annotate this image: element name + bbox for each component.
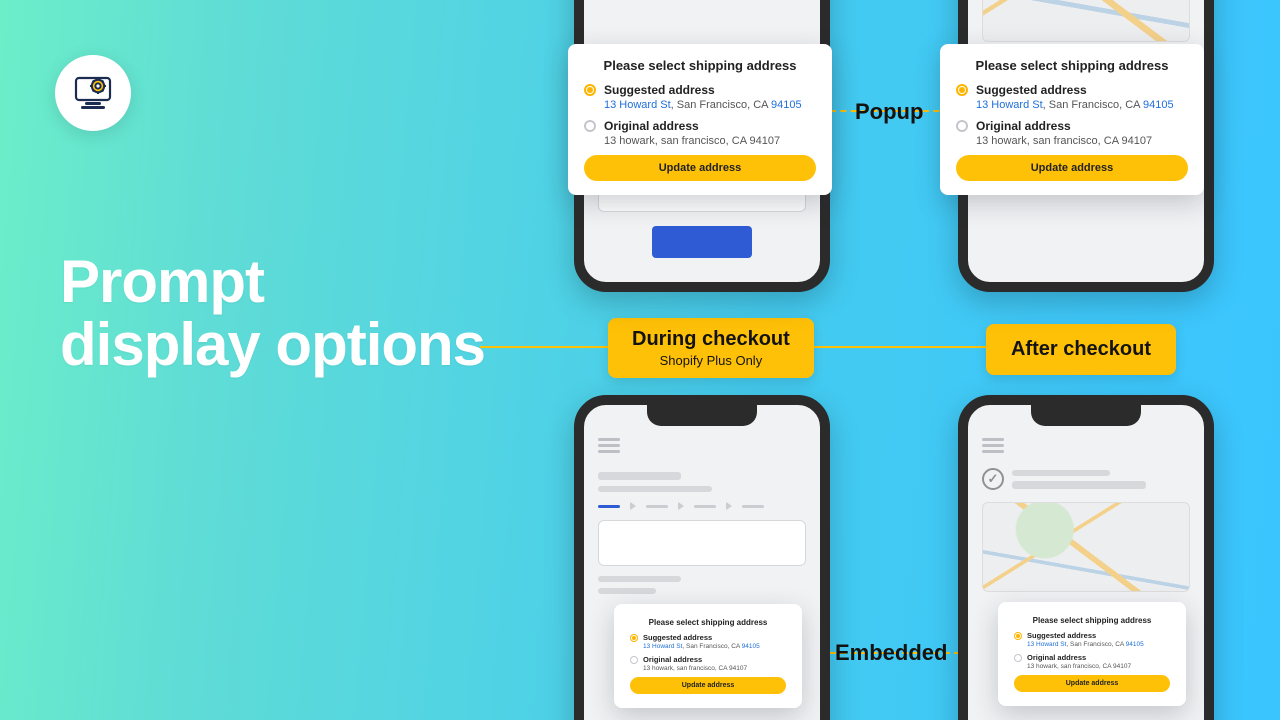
suggested-address: 13 Howard St, San Francisco, CA 94105	[643, 643, 760, 650]
radio-original[interactable]	[1014, 654, 1022, 662]
connector	[480, 346, 625, 348]
diagram-stage: Prompt display options During checkout S…	[0, 0, 1280, 720]
pill-title: During checkout	[632, 328, 790, 351]
card-title: Please select shipping address	[956, 58, 1188, 73]
card-title: Please select shipping address	[584, 58, 816, 73]
hamburger-icon	[598, 438, 620, 453]
hero-title: Prompt display options	[60, 250, 485, 376]
original-address: 13 howark, san francisco, CA 94107	[1027, 663, 1131, 670]
original-label: Original address	[643, 655, 747, 664]
card-title: Please select shipping address	[1014, 616, 1170, 625]
radio-suggested[interactable]	[584, 84, 596, 96]
suggested-address: 13 Howard St, San Francisco, CA 94105	[1027, 641, 1144, 648]
radio-original[interactable]	[956, 120, 968, 132]
radio-suggested[interactable]	[956, 84, 968, 96]
address-card-popup-after: Please select shipping address Suggested…	[940, 44, 1204, 195]
radio-suggested[interactable]	[1014, 632, 1022, 640]
hero-line-2: display options	[60, 313, 485, 376]
original-label: Original address	[976, 119, 1152, 133]
suggested-label: Suggested address	[1027, 631, 1144, 640]
pill-subtitle: Shopify Plus Only	[632, 353, 790, 368]
label-popup: Popup	[855, 99, 923, 125]
address-card-popup-during: Please select shipping address Suggested…	[568, 44, 832, 195]
suggested-label: Suggested address	[976, 83, 1174, 97]
address-card-embedded-during: Please select shipping address Suggested…	[614, 604, 802, 708]
connector	[795, 346, 987, 348]
original-address: 13 howark, san francisco, CA 94107	[976, 135, 1152, 147]
suggested-label: Suggested address	[604, 83, 802, 97]
update-address-button[interactable]: Update address	[630, 677, 786, 694]
update-address-button[interactable]: Update address	[1014, 675, 1170, 692]
pill-during-checkout: During checkout Shopify Plus Only	[608, 318, 814, 378]
suggested-address: 13 Howard St, San Francisco, CA 94105	[976, 99, 1174, 111]
address-card-embedded-after: Please select shipping address Suggested…	[998, 602, 1186, 706]
radio-original[interactable]	[630, 656, 638, 664]
original-address: 13 howark, san francisco, CA 94107	[643, 665, 747, 672]
pill-after-checkout: After checkout	[986, 324, 1176, 375]
original-address: 13 howark, san francisco, CA 94107	[604, 135, 780, 147]
primary-button-placeholder	[652, 226, 752, 258]
suggested-address: 13 Howard St, San Francisco, CA 94105	[604, 99, 802, 111]
card-title: Please select shipping address	[630, 618, 786, 627]
radio-original[interactable]	[584, 120, 596, 132]
label-embedded: Embedded	[835, 640, 947, 666]
suggested-label: Suggested address	[643, 633, 760, 642]
settings-monitor-icon	[55, 55, 131, 131]
update-address-button[interactable]: Update address	[956, 155, 1188, 181]
original-label: Original address	[1027, 653, 1131, 662]
original-label: Original address	[604, 119, 780, 133]
hamburger-icon	[982, 438, 1004, 453]
check-circle-icon: ✓	[982, 468, 1004, 490]
pill-title: After checkout	[1010, 338, 1152, 361]
update-address-button[interactable]: Update address	[584, 155, 816, 181]
phone-after-embedded: ✓ Please select shipping address Suggest…	[958, 395, 1214, 720]
phone-during-embedded: Please select shipping address Suggested…	[574, 395, 830, 720]
radio-suggested[interactable]	[630, 634, 638, 642]
hero-line-1: Prompt	[60, 250, 485, 313]
